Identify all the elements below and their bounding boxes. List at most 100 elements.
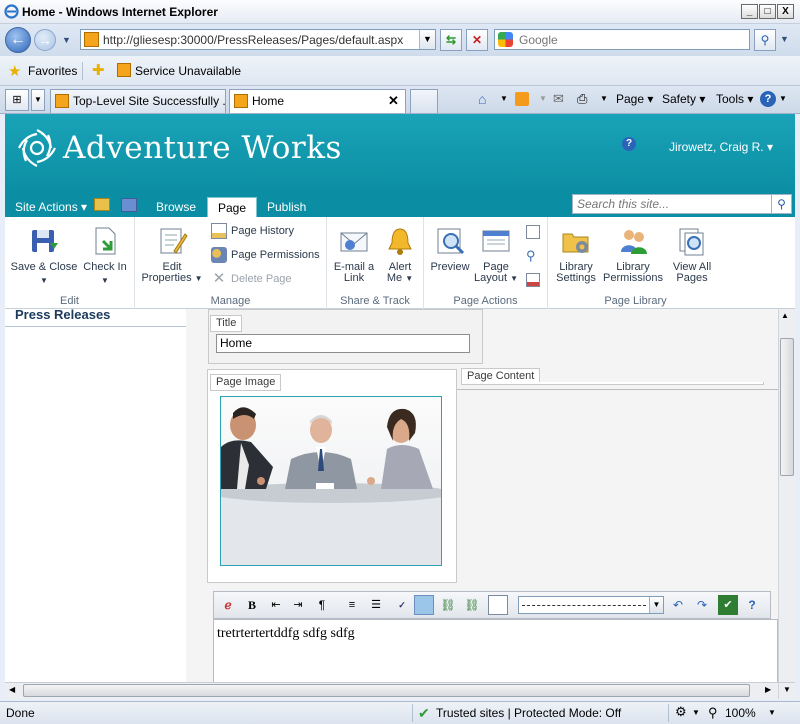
search-options-icon[interactable]: ▼ bbox=[780, 34, 789, 44]
help-icon[interactable]: ? bbox=[760, 91, 776, 107]
favorite-link-service-unavailable[interactable]: Service Unavailable bbox=[135, 64, 241, 78]
format-icon[interactable]: ℯ bbox=[218, 595, 238, 615]
protected-mode-dropdown-icon[interactable]: ▼ bbox=[692, 708, 700, 717]
tab-publish[interactable]: Publish bbox=[257, 197, 316, 217]
numbered-list-icon[interactable]: ≡ bbox=[342, 595, 362, 615]
tab-page[interactable]: Page bbox=[207, 197, 258, 217]
title-input[interactable]: Home bbox=[216, 334, 470, 353]
page-history-button[interactable]: Page History bbox=[211, 223, 294, 239]
mail-icon[interactable]: ✉ bbox=[553, 90, 564, 108]
maximize-button[interactable]: □ bbox=[759, 4, 776, 19]
search-field[interactable]: Google bbox=[494, 29, 750, 50]
tab-home[interactable]: Home ✕ bbox=[229, 89, 406, 113]
quick-tabs-button[interactable]: ⊞ bbox=[5, 89, 29, 111]
remove-link-icon[interactable]: ⛓ bbox=[462, 595, 482, 615]
scroll-right-icon[interactable]: ▶ bbox=[765, 685, 771, 694]
navigate-up-icon[interactable] bbox=[94, 198, 110, 211]
status-bar: Done ✔ Trusted sites | Protected Mode: O… bbox=[0, 701, 800, 724]
decrease-indent-icon[interactable]: ⇤ bbox=[266, 595, 286, 615]
search-button[interactable]: ⚲ bbox=[754, 29, 776, 51]
site-actions-menu[interactable]: Site Actions ▾ bbox=[5, 197, 97, 217]
history-dropdown-icon[interactable]: ▼ bbox=[62, 35, 71, 45]
site-search-input[interactable]: Search this site... bbox=[572, 194, 772, 214]
safety-menu[interactable]: Safety ▾ bbox=[662, 90, 705, 108]
page-permissions-button[interactable]: Page Permissions bbox=[211, 247, 320, 263]
alert-me-button[interactable]: Alert Me ▼ bbox=[379, 225, 421, 284]
insert-image-icon[interactable] bbox=[414, 595, 434, 615]
new-tab-button[interactable] bbox=[410, 89, 438, 113]
security-zone-text[interactable]: Trusted sites | Protected Mode: Off bbox=[436, 706, 621, 720]
feeds-dropdown-icon[interactable]: ▼ bbox=[539, 90, 547, 108]
stop-button[interactable]: ✕ bbox=[466, 29, 488, 51]
site-title[interactable]: Adventure Works bbox=[63, 130, 342, 166]
user-menu[interactable]: Jirowetz, Craig R. ▾ bbox=[669, 140, 773, 154]
minimize-button[interactable]: _ bbox=[741, 4, 758, 19]
scroll-down-icon[interactable]: ▼ bbox=[783, 685, 791, 694]
zoom-level[interactable]: 100% bbox=[725, 706, 756, 720]
bullet-list-icon[interactable]: ☰ bbox=[366, 595, 386, 615]
tools-menu[interactable]: Tools ▾ bbox=[716, 90, 753, 108]
undo-icon[interactable]: ↶ bbox=[668, 595, 688, 615]
site-help-icon[interactable]: ? bbox=[622, 137, 636, 151]
horizontal-scroll-thumb[interactable] bbox=[23, 684, 750, 697]
delete-page-button[interactable]: ✕ Delete Page bbox=[211, 271, 292, 287]
page-layout-button[interactable]: Page Layout ▼ bbox=[474, 225, 518, 284]
favorites-button[interactable]: Favorites bbox=[28, 64, 77, 78]
spellcheck-icon[interactable]: ✓ bbox=[392, 595, 412, 615]
close-button[interactable]: X bbox=[777, 4, 794, 19]
protected-mode-icon[interactable]: ⚙ bbox=[675, 704, 687, 720]
check-in-button[interactable]: Check In ▼ bbox=[79, 225, 131, 286]
address-field[interactable]: http://gliesesp:30000/PressReleases/Page… bbox=[80, 29, 436, 50]
paragraph-icon[interactable]: ¶ bbox=[312, 595, 332, 615]
save-close-button[interactable]: Save & Close ▼ bbox=[9, 225, 79, 286]
back-button[interactable]: ← bbox=[5, 27, 31, 53]
refresh-button[interactable]: ⇆ bbox=[440, 29, 462, 51]
bold-button[interactable]: B bbox=[242, 595, 262, 615]
close-tab-icon[interactable]: ✕ bbox=[388, 90, 399, 112]
forward-button[interactable]: → bbox=[34, 29, 56, 51]
tab-browse[interactable]: Browse bbox=[146, 197, 206, 217]
address-dropdown-icon[interactable]: ▼ bbox=[419, 30, 435, 49]
zoom-dropdown-icon[interactable]: ▼ bbox=[768, 708, 776, 717]
find-icon[interactable]: ⚲ bbox=[526, 249, 540, 263]
tab-list-button[interactable]: ▼ bbox=[31, 89, 45, 111]
safety-menu-label: Safety bbox=[662, 92, 697, 106]
print-dropdown-icon[interactable]: ▼ bbox=[600, 90, 608, 108]
rich-text-editor[interactable]: tretrtertertddfg sdfg sdfg bbox=[213, 619, 778, 682]
vertical-scroll-thumb[interactable] bbox=[780, 338, 794, 476]
insert-link-icon[interactable]: ⛓ bbox=[438, 595, 458, 615]
help-dropdown-icon[interactable]: ▼ bbox=[779, 90, 787, 108]
preview-button[interactable]: Preview bbox=[428, 225, 472, 273]
increase-indent-icon[interactable]: ⇥ bbox=[288, 595, 308, 615]
print-icon[interactable]: ⎙ bbox=[577, 90, 587, 108]
style-select[interactable]: ▼ bbox=[518, 596, 664, 614]
feeds-icon[interactable] bbox=[515, 92, 529, 106]
edit-page-icon[interactable] bbox=[121, 198, 137, 212]
check-icon[interactable]: ✔ bbox=[718, 595, 738, 615]
nav-press-releases[interactable]: Press Releases bbox=[15, 307, 110, 322]
horizontal-scrollbar[interactable]: ◀ ▶ bbox=[5, 682, 778, 699]
help-icon[interactable]: ? bbox=[742, 595, 762, 615]
edit-properties-button[interactable]: Edit Properties ▼ bbox=[139, 225, 205, 284]
site-search-button[interactable]: ⚲ bbox=[772, 194, 792, 214]
scroll-left-icon[interactable]: ◀ bbox=[9, 685, 15, 694]
library-permissions-button[interactable]: Library Permissions bbox=[602, 225, 664, 284]
set-home-page-icon[interactable] bbox=[526, 225, 540, 239]
add-favorite-icon[interactable]: ✚ bbox=[92, 61, 105, 79]
library-settings-button[interactable]: Library Settings bbox=[552, 225, 600, 284]
check-in-dropdown-icon: ▼ bbox=[101, 276, 109, 285]
tab-top-level-site[interactable]: Top-Level Site Successfully ... bbox=[50, 89, 226, 113]
save-icon bbox=[32, 230, 58, 252]
vertical-scrollbar[interactable]: ▲ bbox=[778, 309, 795, 682]
home-icon[interactable]: ⌂ bbox=[478, 90, 486, 108]
email-link-button[interactable]: E-mail a Link bbox=[329, 225, 379, 284]
view-all-pages-button[interactable]: View All Pages bbox=[666, 225, 718, 284]
page-report-icon[interactable] bbox=[526, 273, 540, 287]
ribbon-group-edit: Save & Close ▼ Check In ▼ Edit bbox=[5, 217, 135, 309]
page-image[interactable] bbox=[220, 396, 442, 566]
home-dropdown-icon[interactable]: ▼ bbox=[500, 90, 508, 108]
insert-table-icon[interactable] bbox=[488, 595, 508, 615]
page-menu[interactable]: Page ▾ bbox=[616, 90, 653, 108]
redo-icon[interactable]: ↷ bbox=[692, 595, 712, 615]
scroll-up-icon[interactable]: ▲ bbox=[781, 311, 789, 320]
